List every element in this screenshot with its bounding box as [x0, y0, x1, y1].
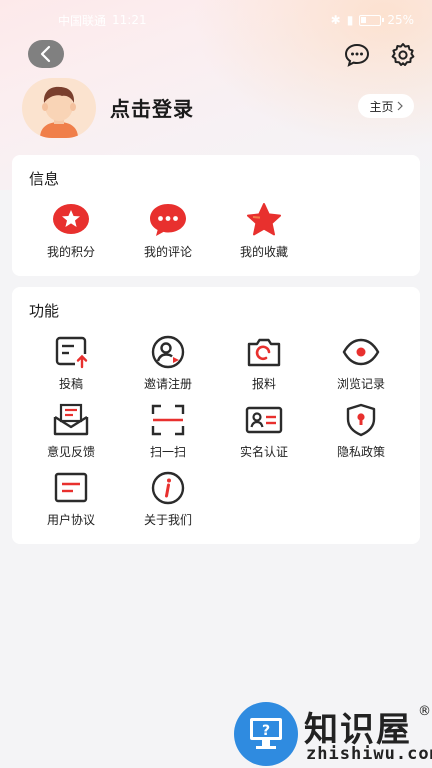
invite-register-label: 邀请注册 — [143, 377, 192, 391]
chevron-left-icon — [40, 45, 51, 63]
camera-icon — [247, 338, 281, 367]
svg-text:?: ? — [262, 723, 270, 739]
real-name-auth-item[interactable]: 实名认证 — [216, 403, 312, 460]
real-name-auth-label: 实名认证 — [239, 445, 288, 459]
favorite-star-icon — [247, 203, 281, 236]
info-card: 信息 我的积分 我的评论 我的收藏 — [12, 155, 420, 276]
battery-text: 25% — [387, 13, 414, 27]
browse-history-label: 浏览记录 — [336, 377, 385, 391]
monitor-question-icon: ? — [250, 718, 282, 749]
user-agreement-item[interactable]: 用户协议 — [23, 471, 119, 528]
bluetooth-icon: ✱ — [330, 13, 341, 27]
home-label: 主页 — [369, 99, 394, 114]
info-section-title: 信息 — [29, 170, 60, 188]
status-right: ✱ ▮ 25% — [331, 13, 414, 27]
login-prompt[interactable]: 点击登录 — [110, 93, 194, 122]
feedback-item[interactable]: 意见反馈 — [23, 403, 119, 460]
watermark-monitor-icon: ? — [234, 702, 298, 766]
avatar[interactable] — [22, 78, 96, 138]
my-points-item[interactable]: 我的积分 — [23, 203, 119, 260]
my-points-label: 我的积分 — [46, 245, 95, 259]
scan-label: 扫一扫 — [149, 445, 186, 459]
eye-icon — [342, 338, 380, 366]
watermark-logo: ? 知识屋 ® zhishiwu.com — [234, 700, 432, 768]
avatar-illustration — [40, 86, 78, 138]
comment-bubble-icon — [150, 204, 186, 236]
carrier-text: 中国联通 — [58, 13, 107, 28]
privacy-shield-icon — [346, 403, 376, 437]
about-us-item[interactable]: 关于我们 — [120, 471, 216, 528]
status-left: 中国联通 11:21 — [58, 12, 147, 29]
id-card-icon — [245, 406, 283, 434]
feedback-mail-icon — [53, 403, 89, 436]
scan-item[interactable]: 扫一扫 — [120, 403, 216, 460]
tip-off-label: 报料 — [251, 377, 276, 391]
function-section-title: 功能 — [29, 302, 60, 320]
tip-off-item[interactable]: 报料 — [216, 335, 312, 392]
back-button[interactable] — [28, 40, 64, 68]
watermark-url: zhishiwu.com — [306, 744, 432, 764]
scan-icon — [151, 404, 185, 436]
battery-icon — [359, 14, 385, 26]
signal-icon: ▮ — [346, 13, 354, 27]
time-text: 11:21 — [112, 13, 147, 27]
submit-article-icon — [55, 336, 89, 369]
chevron-right-icon — [397, 101, 403, 111]
invite-user-icon — [151, 335, 185, 369]
my-favorites-item[interactable]: 我的收藏 — [216, 203, 312, 260]
browse-history-item[interactable]: 浏览记录 — [313, 335, 409, 392]
submit-article-item[interactable]: 投稿 — [23, 335, 119, 392]
invite-register-item[interactable]: 邀请注册 — [120, 335, 216, 392]
submit-article-label: 投稿 — [58, 377, 83, 391]
my-comments-item[interactable]: 我的评论 — [120, 203, 216, 260]
feedback-label: 意见反馈 — [46, 445, 95, 459]
watermark-registered-mark: ® — [418, 704, 431, 719]
settings-button[interactable] — [390, 42, 416, 68]
home-button[interactable]: 主页 — [358, 94, 414, 118]
privacy-policy-item[interactable]: 隐私政策 — [313, 403, 409, 460]
info-icon — [151, 471, 185, 505]
message-button[interactable] — [344, 42, 370, 68]
user-agreement-label: 用户协议 — [46, 513, 95, 527]
about-us-label: 关于我们 — [143, 513, 192, 527]
status-bar: 中国联通 11:21 ✱ ▮ 25% — [0, 0, 432, 40]
function-card: 功能 投稿 邀请注册 报料 浏览记录 意见反馈 扫一扫 实名认证 隐私政策 用户… — [12, 287, 420, 544]
points-star-icon — [53, 204, 89, 234]
my-comments-label: 我的评论 — [143, 245, 192, 259]
my-favorites-label: 我的收藏 — [239, 245, 288, 259]
profile-row: 点击登录 主页 — [22, 78, 418, 142]
privacy-policy-label: 隐私政策 — [336, 445, 385, 459]
agreement-doc-icon — [54, 472, 88, 503]
